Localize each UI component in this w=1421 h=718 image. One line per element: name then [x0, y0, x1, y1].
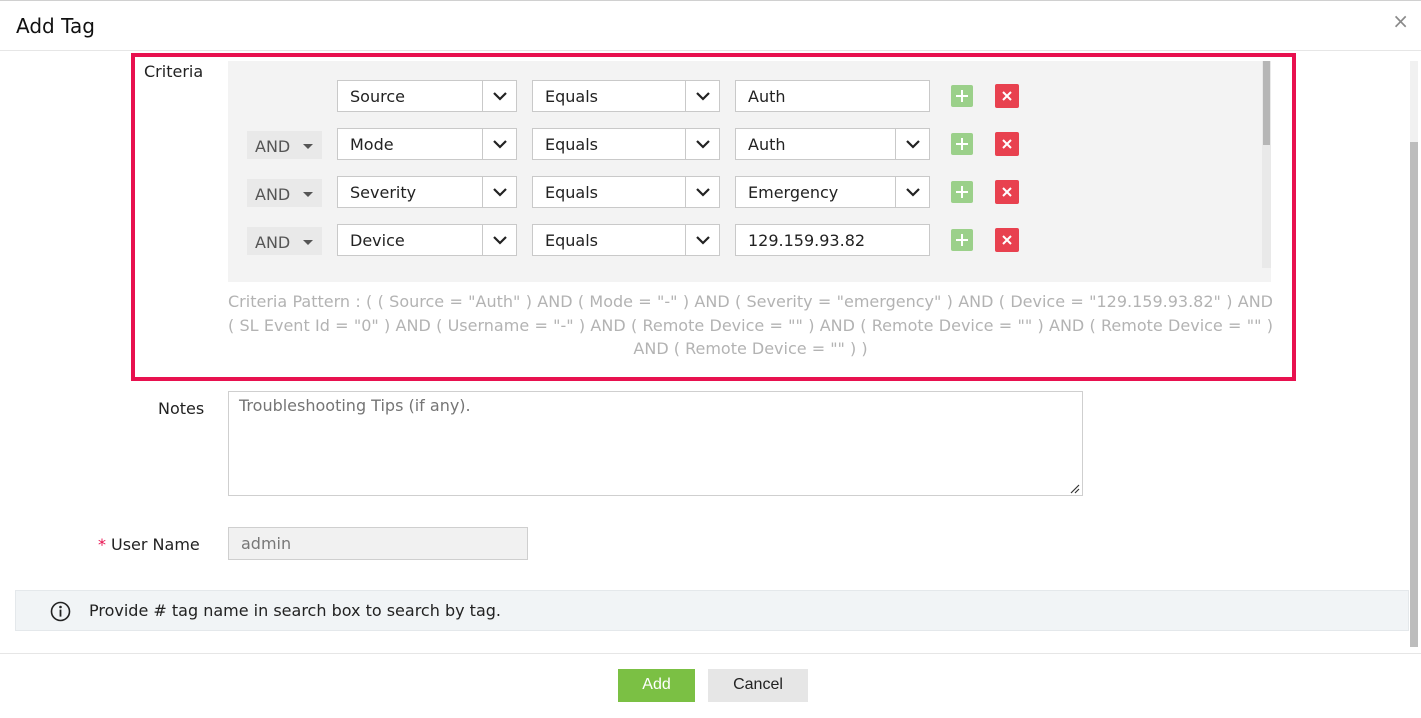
close-icon[interactable]: ×: [1392, 11, 1409, 31]
user-name-value: admin: [241, 534, 292, 553]
user-name-field: admin: [228, 527, 528, 560]
cancel-button[interactable]: Cancel: [708, 669, 808, 702]
info-circle-icon: [50, 601, 71, 622]
cancel-button-label: Cancel: [733, 676, 783, 693]
user-name-label: * User Name: [98, 535, 200, 554]
user-name-label-text: User Name: [111, 535, 200, 554]
notes-label: Notes: [158, 399, 205, 418]
add-button[interactable]: Add: [618, 669, 695, 702]
resize-handle-icon[interactable]: [1068, 482, 1080, 494]
info-banner: Provide # tag name in search box to sear…: [15, 590, 1409, 631]
notes-textarea[interactable]: [228, 391, 1083, 496]
dialog-title: Add Tag: [16, 14, 95, 38]
dialog-header: Add Tag ×: [0, 1, 1421, 51]
info-message: Provide # tag name in search box to sear…: [89, 601, 501, 620]
dialog-scrollbar[interactable]: [1410, 61, 1418, 647]
add-button-label: Add: [642, 676, 671, 693]
add-tag-dialog: Add Tag × Criteria Source Equals Auth AN…: [0, 0, 1421, 717]
dialog-scrollbar-thumb[interactable]: [1410, 142, 1418, 647]
required-marker: *: [98, 535, 106, 554]
criteria-highlight-frame: [131, 53, 1296, 381]
